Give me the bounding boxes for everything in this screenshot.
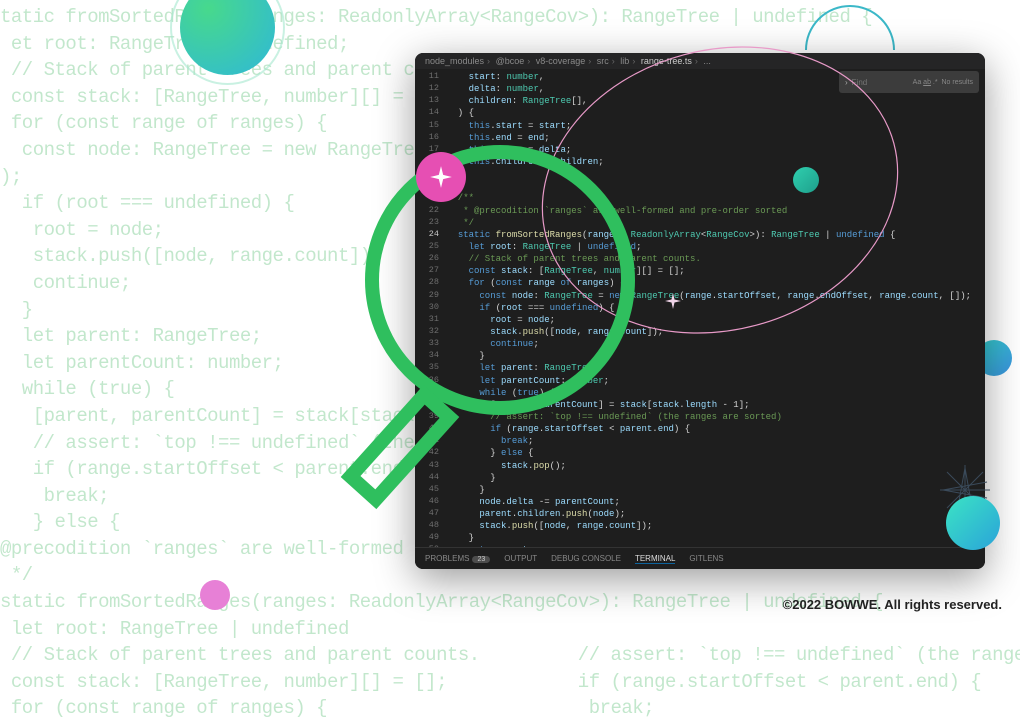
tab-terminal[interactable]: TERMINAL <box>635 554 675 564</box>
breadcrumb-segment[interactable]: src <box>597 56 609 66</box>
tab-output[interactable]: OUTPUT <box>504 554 537 563</box>
breadcrumb-segment[interactable]: node_modules <box>425 56 484 66</box>
chevron-right-icon[interactable]: › <box>845 78 848 87</box>
pink-star-badge <box>416 152 466 202</box>
code-editor-window: node_modules› @bcoe› v8-coverage› src› l… <box>415 53 985 569</box>
decorative-circle-top-left <box>180 0 275 75</box>
find-bar[interactable]: › Aa ab .* No results <box>839 71 979 93</box>
breadcrumb-file[interactable]: range-tree.ts <box>641 56 692 66</box>
decorative-circle-mid <box>793 167 819 193</box>
breadcrumb-segment[interactable]: v8-coverage <box>536 56 586 66</box>
breadcrumb-more[interactable]: ... <box>703 56 711 66</box>
decorative-circle-bottom-left <box>200 580 230 610</box>
line-number-gutter: 1112131415161718192021222324252627282930… <box>415 69 447 547</box>
breadcrumb[interactable]: node_modules› @bcoe› v8-coverage› src› l… <box>415 53 985 69</box>
editor-bottom-panel: PROBLEMS23 OUTPUT DEBUG CONSOLE TERMINAL… <box>415 547 985 569</box>
breadcrumb-segment[interactable]: @bcoe <box>496 56 525 66</box>
decorative-circle-bottom-right <box>946 496 1000 550</box>
find-input[interactable] <box>852 78 884 87</box>
copyright-notice: ©2022 BOWWE. All rights reserved. <box>783 597 1002 612</box>
tab-debug-console[interactable]: DEBUG CONSOLE <box>551 554 621 563</box>
code-content[interactable]: start: number, delta: number, children: … <box>447 69 985 547</box>
sparkle-icon <box>665 293 681 309</box>
code-body[interactable]: 1112131415161718192021222324252627282930… <box>415 69 985 547</box>
tab-problems[interactable]: PROBLEMS23 <box>425 554 490 563</box>
breadcrumb-segment[interactable]: lib <box>620 56 629 66</box>
tab-gitlens[interactable]: GITLENS <box>689 554 723 563</box>
find-results-text: Aa ab .* No results <box>913 79 973 86</box>
